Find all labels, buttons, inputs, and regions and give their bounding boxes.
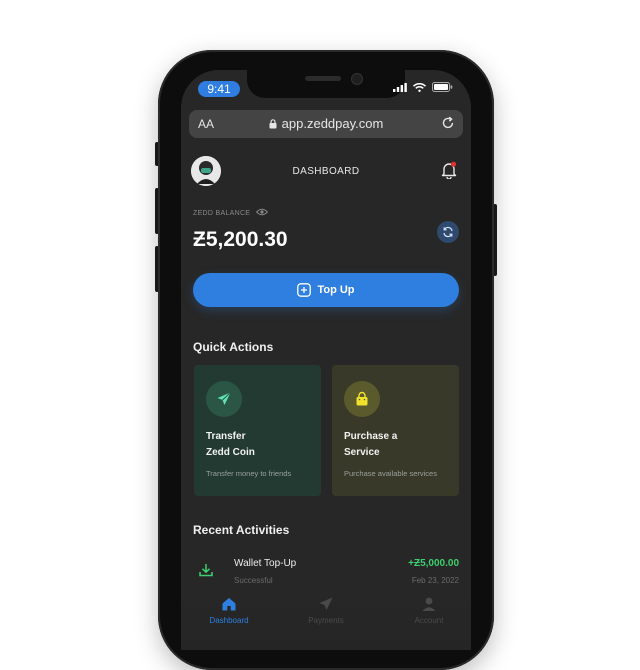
tab-dashboard[interactable]: Dashboard	[189, 596, 269, 625]
balance-label: ZEDD BALANCE	[193, 210, 251, 217]
eye-icon[interactable]	[256, 208, 268, 216]
bottom-tab-bar: Dashboard Payments Account	[181, 582, 471, 650]
recent-activities-title: Recent Activities	[193, 523, 290, 537]
purchase-icon-wrap	[344, 381, 380, 417]
transfer-icon-wrap	[206, 381, 242, 417]
signal-icon	[393, 82, 407, 92]
shopping-bag-icon	[356, 391, 368, 406]
transfer-card-title-line1: Transfer	[206, 431, 246, 442]
purchase-card-title-line2: Service	[344, 447, 380, 458]
tab-payments-label: Payments	[308, 616, 344, 625]
top-up-button[interactable]: Top Up	[193, 273, 459, 307]
battery-icon	[432, 82, 453, 92]
status-icons	[393, 82, 453, 92]
browser-url-bar[interactable]: AA app.zeddpay.com	[189, 110, 463, 138]
notch	[247, 70, 405, 98]
speaker	[305, 76, 341, 81]
send-icon	[217, 392, 231, 405]
lock-icon	[269, 119, 277, 129]
download-icon	[199, 564, 213, 577]
front-camera	[351, 73, 363, 85]
user-icon	[422, 597, 436, 611]
notification-bell-icon[interactable]	[441, 161, 457, 179]
purchase-card-subtitle: Purchase available services	[344, 469, 437, 478]
quick-actions-title: Quick Actions	[193, 340, 274, 354]
reload-icon[interactable]	[441, 116, 455, 130]
transfer-card[interactable]: Transfer Zedd Coin Transfer money to fri…	[194, 365, 321, 496]
activity-title: Wallet Top-Up	[234, 558, 297, 569]
wifi-icon	[413, 82, 426, 92]
refresh-icon	[443, 226, 453, 238]
url-text: app.zeddpay.com	[281, 116, 384, 131]
tab-payments[interactable]: Payments	[286, 596, 366, 625]
purchase-card-title-line1: Purchase a	[344, 431, 398, 442]
transfer-card-title: Transfer Zedd Coin	[206, 429, 316, 461]
send-icon	[319, 597, 333, 610]
transfer-card-subtitle: Transfer money to friends	[206, 469, 292, 478]
top-up-label: Top Up	[317, 284, 355, 296]
tab-account[interactable]: Account	[389, 596, 469, 625]
phone-screen: 9:41 AA app.zeddpay.com DASHBOARD ZEDD B…	[181, 70, 471, 650]
tab-dashboard-label: Dashboard	[209, 616, 249, 625]
balance-amount: Ƶ5,200.30	[193, 228, 288, 251]
purchase-card[interactable]: Purchase a Service Purchase available se…	[332, 365, 459, 496]
purchase-card-title: Purchase a Service	[344, 429, 454, 461]
home-icon	[222, 598, 236, 611]
transfer-card-title-line2: Zedd Coin	[206, 447, 255, 458]
tab-account-label: Account	[414, 616, 444, 625]
activity-amount: +Ƶ5,000.00	[408, 558, 459, 569]
plus-square-icon	[297, 283, 312, 297]
refresh-balance-button[interactable]	[437, 221, 459, 243]
status-time: 9:41	[198, 81, 240, 97]
page-title: DASHBOARD	[292, 166, 360, 177]
